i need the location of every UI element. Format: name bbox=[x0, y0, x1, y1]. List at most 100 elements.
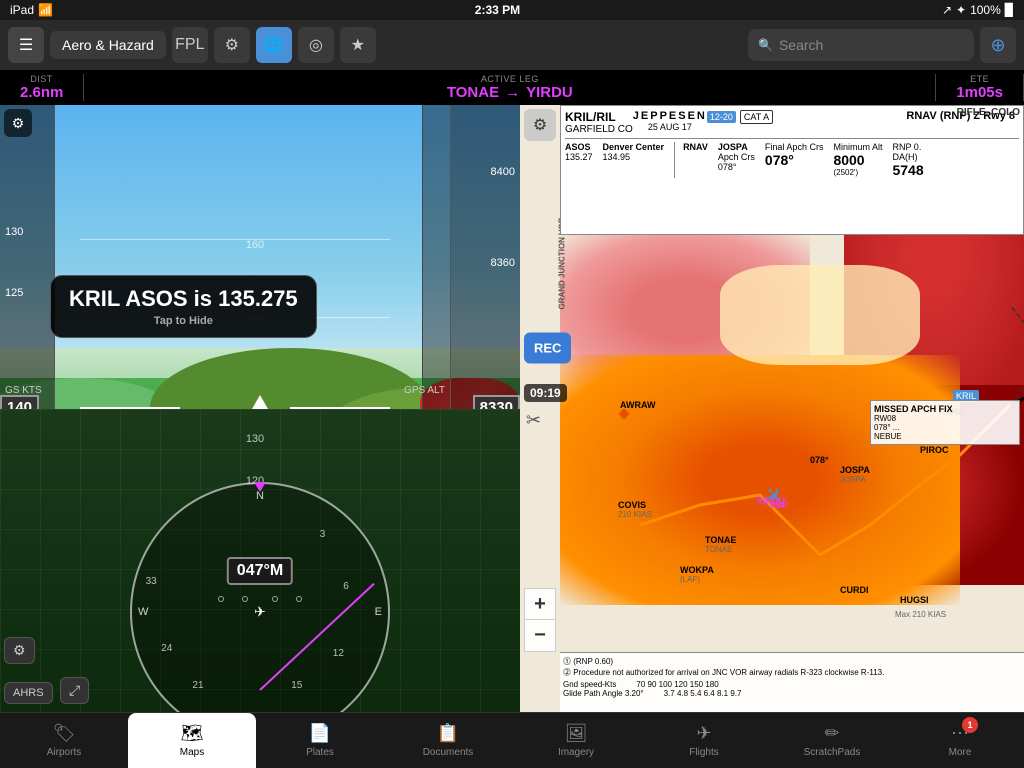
active-leg-to: YIRDU bbox=[526, 84, 573, 101]
expand-button[interactable]: ⤢ bbox=[60, 677, 89, 704]
rnp-label: RNP 0. bbox=[892, 142, 923, 152]
jospa-label: JOSPA bbox=[718, 142, 755, 152]
missed-approach-box: MISSED APCH FIX RW08 078° ... NEBUE bbox=[870, 400, 1020, 445]
time-display: 09:19 bbox=[524, 384, 567, 402]
fpl-button[interactable]: FPL bbox=[172, 27, 208, 63]
denver-label: Denver Center bbox=[603, 142, 665, 152]
tab-plates[interactable]: 📄 Plates bbox=[256, 713, 384, 768]
brand-button[interactable]: Aero & Hazard bbox=[50, 31, 166, 59]
wp-tonae-label: TONAE bbox=[705, 535, 736, 545]
wp-piroc: PIROC bbox=[920, 445, 949, 455]
gs-label: GS KTS bbox=[5, 385, 42, 396]
arrow-icon: ↗ bbox=[942, 3, 952, 17]
ete-value: 1m05s bbox=[956, 84, 1003, 101]
chart-airport-name: GARFIELD CO bbox=[565, 124, 633, 135]
sv-settings-button[interactable]: ⚙ bbox=[4, 109, 32, 137]
zoom-controls: + − bbox=[524, 588, 556, 652]
active-leg-value: TONAE → YIRDU bbox=[447, 84, 573, 101]
missed-apch-nebue: NEBUE bbox=[874, 432, 1016, 441]
hugsi-max-speed: Max 210 KIAS bbox=[895, 610, 946, 619]
chart-notes-box: ⓵ (RNP 0.60) ⓶ Procedure not authorized … bbox=[560, 652, 1024, 712]
bluetooth-icon: ✦ bbox=[956, 3, 966, 17]
tab-airports[interactable]: 🏷 Airports bbox=[0, 713, 128, 768]
tab-more[interactable]: 1 ⋯ More bbox=[896, 713, 1024, 768]
asos-popup-sub: Tap to Hide bbox=[69, 315, 298, 327]
nav-bar: ☰ Aero & Hazard FPL ⚙ 🌐 ◎ ★ 🔍 Search ⊕ bbox=[0, 20, 1024, 70]
zoom-out-button[interactable]: − bbox=[524, 620, 556, 652]
rnp-da-value: 5748 bbox=[892, 162, 923, 178]
bottom-settings-button[interactable]: ⚙ bbox=[4, 637, 35, 664]
tab-scratchpads[interactable]: ✏ ScratchPads bbox=[768, 713, 896, 768]
chart-date: 25 AUG 17 bbox=[633, 122, 707, 132]
wp-covis-alt: 210 KIAS bbox=[618, 510, 652, 519]
jospa-section: JOSPA Apch Crs 078° bbox=[718, 142, 755, 178]
more-label: More bbox=[949, 747, 972, 758]
compass-21: 21 bbox=[192, 680, 203, 691]
ahrs-button[interactable]: AHRS bbox=[4, 682, 53, 704]
wp-jospa-label: JOSPA bbox=[840, 465, 870, 475]
chart-settings-button[interactable]: ⚙ bbox=[524, 109, 556, 141]
heading-display: 047°M bbox=[227, 557, 293, 585]
asos-section: ASOS 135.27 bbox=[565, 142, 593, 178]
tab-imagery[interactable]: 🖼 Imagery bbox=[512, 713, 640, 768]
denver-freq: 134.95 bbox=[603, 152, 665, 162]
apch-crs-label: Apch Crs bbox=[718, 152, 755, 162]
speed-label-125: 125 bbox=[5, 287, 23, 299]
da-label: DA(H) bbox=[892, 152, 923, 162]
wp-wokpa-sub: (LAF) bbox=[680, 575, 714, 584]
tab-maps[interactable]: 🗺 Maps bbox=[128, 713, 256, 768]
chart-note-1: ⓵ (RNP 0.60) bbox=[563, 656, 1021, 667]
pitch-130: 130 bbox=[60, 433, 450, 445]
jeppesen-brand: JEPPESEN bbox=[633, 110, 707, 122]
apch-crs-value: 078° bbox=[718, 162, 755, 172]
hsi-area: 130 120 N E S W 3 6 12 15 21 24 33 bbox=[0, 409, 520, 713]
tab-flights[interactable]: ✈ Flights bbox=[640, 713, 768, 768]
compass-E: E bbox=[375, 606, 382, 618]
compass-15: 15 bbox=[291, 680, 302, 691]
compass-W: W bbox=[138, 606, 148, 618]
wp-awraw-marker bbox=[618, 408, 629, 419]
maps-label: Maps bbox=[180, 747, 204, 758]
chart-title-row: KRIL/RIL GARFIELD CO JEPPESEN 25 AUG 17 … bbox=[565, 110, 1019, 139]
maps-icon: 🗺 bbox=[181, 723, 204, 744]
status-left: iPad 📶 bbox=[10, 3, 53, 17]
search-bar[interactable]: 🔍 Search bbox=[748, 29, 974, 61]
jeppesen-chart: KRIL/RIL GARFIELD CO JEPPESEN 25 AUG 17 … bbox=[520, 105, 1024, 712]
wifi-icon: 📶 bbox=[38, 3, 53, 17]
battery-icon: ▉ bbox=[1005, 3, 1014, 17]
documents-icon: 📋 bbox=[437, 723, 459, 744]
active-leg-arrow: → bbox=[505, 84, 520, 101]
globe-button[interactable]: 🌐 bbox=[256, 27, 292, 63]
wp-wokpa: WOKPA (LAF) bbox=[680, 565, 714, 584]
missed-apch-details: 078° ... bbox=[874, 423, 1016, 432]
star-clock-button[interactable]: ★ bbox=[340, 27, 376, 63]
chart-airport-info: KRIL/RIL GARFIELD CO bbox=[565, 110, 633, 135]
chart-data-row: Gnd speed-Kts 70 90 100 120 150 180 bbox=[563, 680, 1021, 689]
tab-documents[interactable]: 📋 Documents bbox=[384, 713, 512, 768]
asos-popup[interactable]: KRIL ASOS is 135.275 Tap to Hide bbox=[50, 275, 317, 338]
settings-button[interactable]: ⚙ bbox=[214, 27, 250, 63]
menu-button[interactable]: ☰ bbox=[8, 27, 44, 63]
search-placeholder: Search bbox=[779, 37, 823, 53]
synthetic-vision-panel[interactable]: 140 130 125 120 115 8330 8400 8360 8300 … bbox=[0, 105, 520, 712]
heading-078-label: 078° bbox=[810, 455, 829, 465]
chart-header-box: KRIL/RIL GARFIELD CO JEPPESEN 25 AUG 17 … bbox=[560, 105, 1024, 235]
pitch-160: 160 bbox=[60, 239, 450, 251]
gps-alt-label: GPS ALT bbox=[404, 385, 445, 396]
ete-label: ETE bbox=[970, 74, 989, 84]
documents-label: Documents bbox=[423, 747, 474, 758]
ipad-label: iPad bbox=[10, 3, 34, 17]
flight-info-bar: DIST 2.6nm ACTIVE LEG TONAE → YIRDU ETE … bbox=[0, 70, 1024, 105]
speed-label-130: 130 bbox=[5, 226, 23, 238]
locate-button[interactable]: ⊕ bbox=[980, 27, 1016, 63]
plates-label: Plates bbox=[306, 747, 334, 758]
flights-label: Flights bbox=[689, 747, 718, 758]
final-apch-section: Final Apch Crs 078° bbox=[765, 142, 824, 178]
split-icon[interactable]: ✂ bbox=[526, 410, 541, 431]
chart-brand: JEPPESEN 25 AUG 17 bbox=[633, 110, 707, 132]
chart-cat: CAT A bbox=[740, 110, 773, 124]
chart-panel[interactable]: KRIL/RIL GARFIELD CO JEPPESEN 25 AUG 17 … bbox=[520, 105, 1024, 712]
rec-button[interactable]: REC bbox=[524, 332, 571, 363]
zoom-in-button[interactable]: + bbox=[524, 588, 556, 620]
compass-button[interactable]: ◎ bbox=[298, 27, 334, 63]
